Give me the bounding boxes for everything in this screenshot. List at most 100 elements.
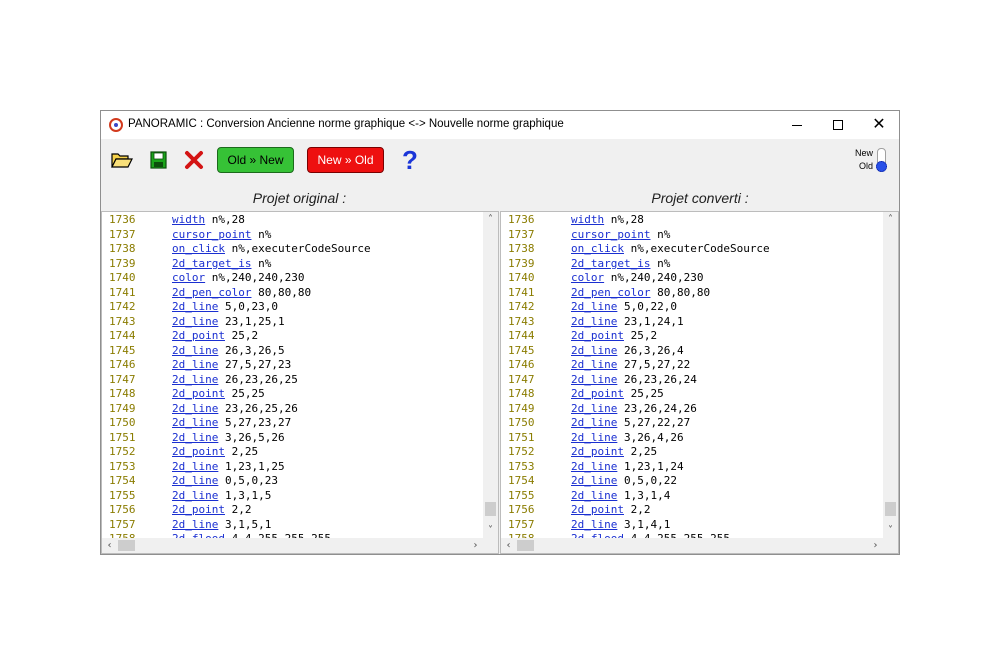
line-code: 2d_line 5,0,23,0 — [172, 300, 278, 315]
code-arguments: 2,25 — [623, 445, 658, 458]
code-arguments: 1,23,1,24 — [617, 459, 684, 473]
code-arguments: 23,1,25,1 — [218, 314, 285, 328]
line-number: 1749 — [508, 401, 535, 415]
code-keyword: color — [172, 271, 206, 284]
code-arguments: 5,27,23,27 — [218, 416, 292, 429]
original-code-area[interactable]: 1736 width n%,28 1737 cursor_point n% 1738 on… — [102, 212, 483, 538]
code-keyword: 2d_line — [571, 517, 618, 531]
line-code: 2d_line 0,5,0,23 — [172, 474, 278, 489]
original-code-panel[interactable]: 1736 width n%,28 1737 cursor_point n% 1738 on… — [101, 211, 499, 554]
scroll-up-icon[interactable]: ˄ — [883, 212, 898, 227]
line-number: 1743 — [109, 314, 136, 328]
line-code: 2d_line 5,0,22,0 — [571, 300, 677, 315]
code-keyword: 2d_point — [571, 329, 624, 342]
line-code: 2d_line 5,27,22,27 — [571, 416, 690, 431]
code-keyword: 2d_line — [571, 372, 618, 386]
line-code: 2d_pen_color 80,80,80 — [172, 286, 311, 301]
line-number: 1747 — [508, 372, 535, 386]
code-arguments: 27,5,27,23 — [218, 358, 292, 371]
code-arguments: 23,26,25,26 — [218, 401, 298, 415]
code-keyword: 2d_line — [571, 488, 618, 502]
scroll-left-icon[interactable]: ‹ — [102, 538, 117, 553]
line-code: 2d_point 25,25 — [571, 387, 664, 402]
line-code: 2d_line 26,23,26,24 — [571, 373, 697, 388]
line-number: 1751 — [109, 430, 136, 444]
line-number: 1738 — [508, 242, 535, 255]
line-number: 1741 — [508, 285, 535, 299]
original-vertical-scrollbar[interactable]: ˄ ˅ — [483, 212, 498, 538]
code-keyword: 2d_point — [571, 445, 624, 458]
line-code: 2d_pen_color 80,80,80 — [571, 286, 710, 301]
line-code: 2d_target_is n% — [571, 257, 670, 272]
line-code: 2d_line 0,5,0,22 — [571, 474, 677, 489]
scroll-thumb[interactable] — [517, 540, 534, 551]
code-arguments: 2,25 — [224, 445, 259, 458]
converted-vertical-scrollbar[interactable]: ˄ ˅ — [883, 212, 898, 538]
code-keyword: 2d_line — [172, 358, 219, 371]
line-number: 1756 — [109, 503, 136, 516]
line-code: 2d_line 26,3,26,5 — [172, 344, 285, 359]
code-keyword: 2d_line — [571, 401, 618, 415]
norm-toggle-knob[interactable] — [876, 161, 887, 172]
original-horizontal-scrollbar[interactable]: ‹ › — [102, 538, 483, 553]
code-arguments: 3,26,5,26 — [218, 430, 285, 444]
save-disk-icon[interactable] — [148, 150, 170, 170]
minimize-button[interactable] — [776, 111, 818, 139]
scroll-down-icon[interactable]: ˅ — [483, 523, 498, 538]
code-keyword: color — [571, 271, 605, 284]
help-icon[interactable]: ? — [399, 145, 421, 175]
code-arguments: n% — [251, 256, 272, 270]
original-panel-title: Projet original : — [252, 190, 347, 206]
code-arguments: n% — [650, 256, 671, 270]
code-arguments: n% — [650, 227, 671, 241]
code-keyword: 2d_pen_color — [571, 285, 651, 299]
scroll-up-icon[interactable]: ˄ — [483, 212, 498, 227]
scroll-right-icon[interactable]: › — [868, 538, 883, 553]
line-number: 1757 — [109, 517, 136, 531]
scroll-left-icon[interactable]: ‹ — [501, 538, 516, 553]
toolbar: Old » New New » Old ? New Old — [101, 139, 899, 183]
line-number: 1737 — [109, 227, 136, 241]
convert-old-to-new-button[interactable]: Old » New — [217, 147, 294, 173]
converted-code-area[interactable]: 1736 width n%,28 1737 cursor_point n% 1738 on… — [501, 212, 883, 538]
close-button[interactable]: ✕ — [858, 111, 900, 139]
code-keyword: 2d_point — [172, 445, 225, 458]
line-code: 2d_point 2,25 — [571, 445, 657, 460]
code-arguments: 5,0,22,0 — [617, 300, 677, 313]
code-arguments: 23,1,24,1 — [617, 314, 684, 328]
scroll-thumb[interactable] — [118, 540, 135, 551]
code-arguments: 1,3,1,5 — [218, 488, 272, 502]
title-bar[interactable]: PANORAMIC : Conversion Ancienne norme gr… — [101, 111, 899, 139]
code-arguments: 3,1,5,1 — [218, 517, 272, 531]
code-arguments: 5,27,22,27 — [617, 416, 691, 429]
scroll-corner — [883, 538, 898, 553]
code-keyword: 2d_line — [172, 300, 219, 313]
code-keyword: 2d_line — [172, 430, 219, 444]
code-keyword: cursor_point — [571, 227, 651, 241]
line-code: 2d_line 23,26,25,26 — [172, 402, 298, 417]
code-keyword: 2d_target_is — [571, 256, 651, 270]
maximize-button[interactable] — [817, 111, 859, 139]
code-arguments: 0,5,0,23 — [218, 474, 278, 487]
line-code: 2d_line 27,5,27,23 — [172, 358, 291, 373]
line-code: 2d_line 5,27,23,27 — [172, 416, 291, 431]
scroll-thumb[interactable] — [885, 502, 896, 516]
convert-new-to-old-button[interactable]: New » Old — [307, 147, 384, 173]
delete-x-icon[interactable] — [183, 150, 205, 170]
code-keyword: 2d_line — [571, 343, 618, 357]
line-number: 1755 — [109, 488, 136, 502]
scroll-right-icon[interactable]: › — [468, 538, 483, 553]
open-folder-icon[interactable] — [111, 150, 133, 170]
converted-horizontal-scrollbar[interactable]: ‹ › — [501, 538, 883, 553]
code-arguments: 26,23,26,25 — [218, 372, 298, 386]
code-arguments: 80,80,80 — [650, 285, 711, 299]
line-number: 1750 — [508, 416, 535, 429]
scroll-down-icon[interactable]: ˅ — [883, 523, 898, 538]
line-code: 2d_line 1,23,1,25 — [172, 460, 285, 475]
line-code: 2d_line 26,3,26,4 — [571, 344, 684, 359]
code-arguments: n%,240,240,230 — [205, 271, 305, 284]
converted-code-panel[interactable]: 1736 width n%,28 1737 cursor_point n% 1738 on… — [500, 211, 899, 554]
scroll-thumb[interactable] — [485, 502, 496, 516]
converted-panel-title: Projet converti : — [651, 190, 749, 206]
code-arguments: 3,26,4,26 — [617, 430, 684, 444]
